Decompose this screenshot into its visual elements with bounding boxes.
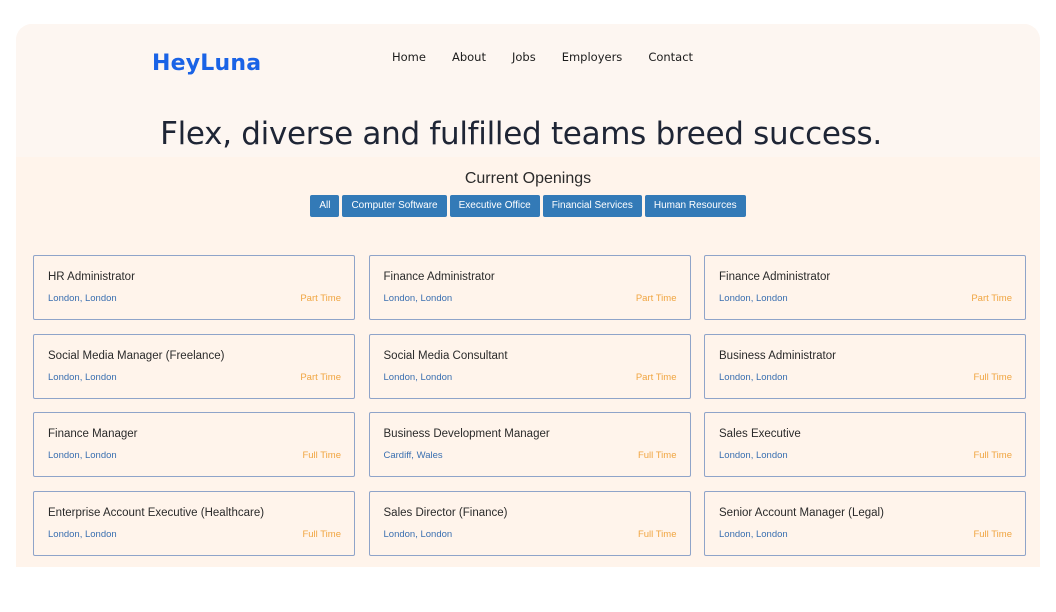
job-type: Full Time <box>637 528 677 540</box>
job-title: Finance Administrator <box>719 271 831 283</box>
job-location: London, London <box>48 450 117 461</box>
job-card[interactable]: Finance Manager London, London Full Time <box>33 412 355 477</box>
job-title: Sales Director (Finance) <box>383 506 508 519</box>
filter-computer-software-button[interactable]: Computer Software <box>342 195 447 217</box>
job-location: London, London <box>48 371 117 383</box>
job-title: Social Media Consultant <box>383 349 508 362</box>
nav-jobs[interactable]: Jobs <box>512 50 536 64</box>
job-type: Full Time <box>637 450 677 461</box>
job-location: London, London <box>383 293 453 304</box>
job-location: London, London <box>719 450 788 461</box>
job-type: Full Time <box>973 450 1012 461</box>
job-title: Finance Manager <box>48 428 138 440</box>
job-type: Full Time <box>973 528 1012 540</box>
job-card[interactable]: Enterprise Account Executive (Healthcare… <box>33 490 355 556</box>
openings-title: Current Openings <box>464 170 592 187</box>
nav-home[interactable]: Home <box>392 50 426 64</box>
job-card[interactable]: Sales Director (Finance) London, London … <box>368 490 691 556</box>
job-card[interactable]: Business Administrator London, London Fu… <box>704 333 1026 399</box>
job-type: Full Time <box>302 450 341 461</box>
page-frame: HeyLuna Home About Jobs Employers Contac… <box>16 24 1040 567</box>
nav-employers[interactable]: Employers <box>562 50 623 64</box>
hero-headline: Flex, diverse and fulfilled teams breed … <box>160 116 882 152</box>
nav-about[interactable]: About <box>452 50 486 64</box>
job-title: Sales Executive <box>719 428 801 440</box>
job-type: Part Time <box>635 293 677 304</box>
job-type: Part Time <box>971 293 1012 304</box>
job-title: Business Administrator <box>719 349 836 362</box>
hero-section: HeyLuna Home About Jobs Employers Contac… <box>16 24 1040 157</box>
job-title: Senior Account Manager (Legal) <box>719 506 884 519</box>
logo[interactable]: HeyLuna <box>152 51 261 76</box>
job-type: Full Time <box>302 528 341 540</box>
job-card[interactable]: Finance Administrator London, London Par… <box>368 255 691 320</box>
job-card[interactable]: Social Media Manager (Freelance) London,… <box>33 333 355 399</box>
job-location: London, London <box>48 528 117 540</box>
job-card[interactable]: Social Media Consultant London, London P… <box>368 333 691 399</box>
job-location: London, London <box>719 371 788 383</box>
job-title: Social Media Manager (Freelance) <box>48 349 225 362</box>
job-location: London, London <box>719 293 788 304</box>
job-location: London, London <box>719 528 788 540</box>
job-location: London, London <box>48 293 117 304</box>
job-type: Part Time <box>635 371 677 383</box>
nav-contact[interactable]: Contact <box>648 50 693 64</box>
main-nav: Home About Jobs Employers Contact <box>392 50 719 64</box>
job-location: Cardiff, Wales <box>383 450 443 461</box>
job-card[interactable]: Business Development Manager Cardiff, Wa… <box>368 412 691 477</box>
job-location: London, London <box>383 371 453 383</box>
filter-financial-services-button[interactable]: Financial Services <box>542 195 642 217</box>
filter-executive-office-button[interactable]: Executive Office <box>449 195 540 217</box>
filter-all-button[interactable]: All <box>310 195 340 217</box>
job-title: Finance Administrator <box>383 271 495 283</box>
job-grid: HR Administrator London, London Part Tim… <box>33 255 1026 556</box>
job-title: Business Development Manager <box>383 428 550 440</box>
job-location: London, London <box>383 528 453 540</box>
job-card[interactable]: HR Administrator London, London Part Tim… <box>33 255 355 320</box>
job-card[interactable]: Senior Account Manager (Legal) London, L… <box>704 490 1026 556</box>
job-card[interactable]: Sales Executive London, London Full Time <box>704 412 1026 477</box>
job-title: HR Administrator <box>48 271 135 283</box>
job-title: Enterprise Account Executive (Healthcare… <box>48 506 265 519</box>
job-type: Part Time <box>300 371 341 383</box>
filter-bar: All Computer Software Executive Office F… <box>16 195 1040 217</box>
filter-human-resources-button[interactable]: Human Resources <box>644 195 746 217</box>
job-type: Part Time <box>300 293 341 304</box>
job-type: Full Time <box>973 371 1012 383</box>
job-card[interactable]: Finance Administrator London, London Par… <box>704 255 1026 320</box>
